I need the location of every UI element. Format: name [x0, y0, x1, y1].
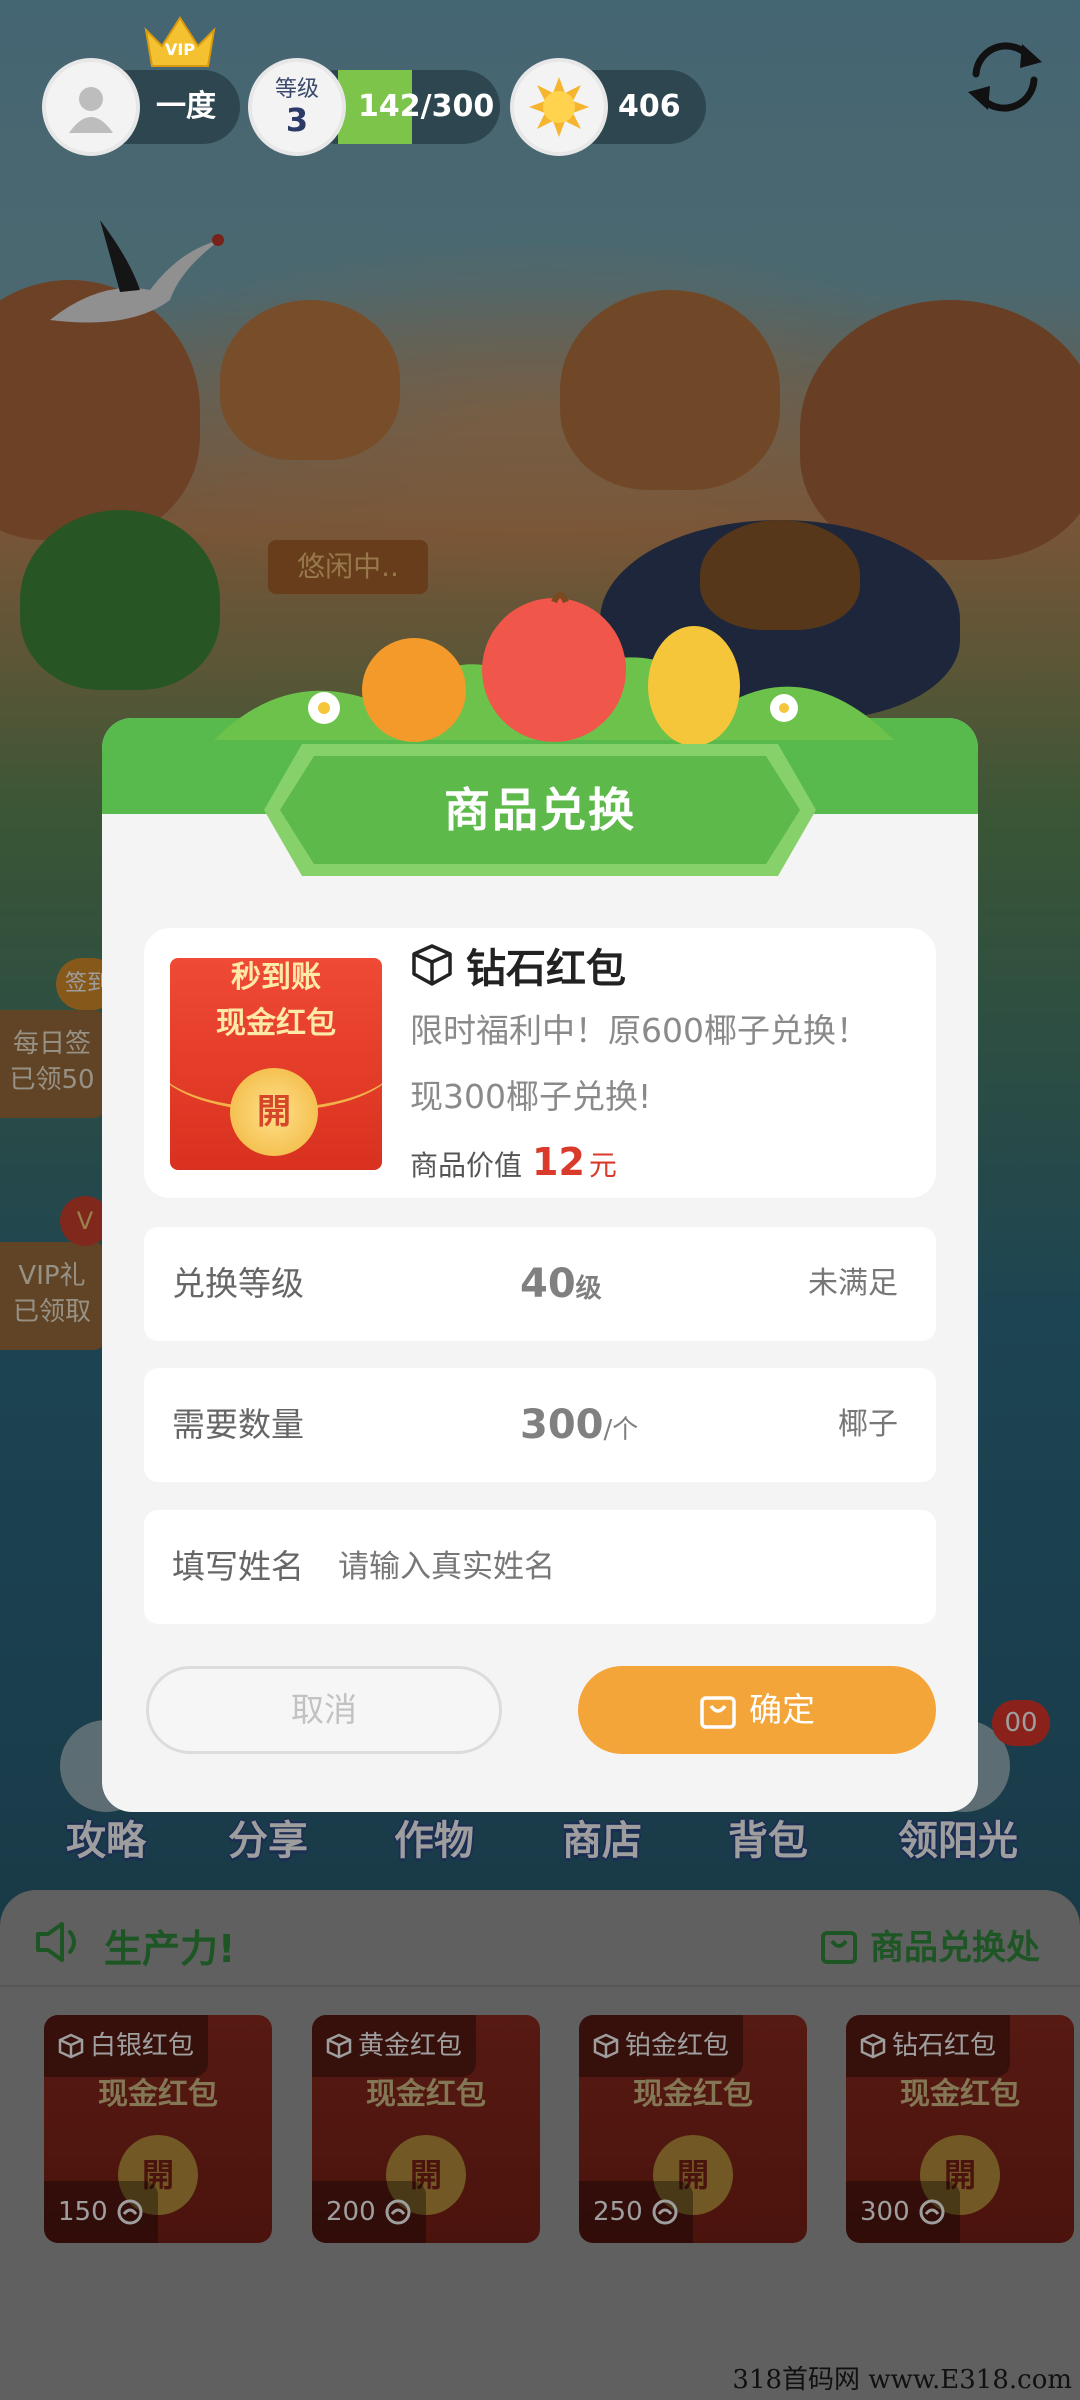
- product-name: 钻石红包: [466, 946, 626, 992]
- shopping-bag-icon: [700, 1696, 736, 1729]
- product-value-number: 12: [532, 1140, 585, 1184]
- watermark: 318首码网 www.E318.com: [732, 2365, 1072, 2395]
- product-value-label: 商品价值: [410, 1149, 523, 1182]
- level-label: 等级: [274, 77, 319, 102]
- avatar[interactable]: [42, 58, 140, 156]
- level-badge: 等级 3: [248, 58, 346, 156]
- username: 一度: [156, 89, 216, 124]
- name-input[interactable]: 请输入真实姓名: [338, 1510, 555, 1624]
- user-avatar-icon: [69, 87, 113, 133]
- level-requirement-label: 兑换等级: [172, 1264, 304, 1303]
- level-value: 3: [285, 101, 309, 139]
- box-icon: [412, 944, 452, 986]
- level-requirement-unit: 级: [575, 1274, 602, 1304]
- confirm-label: 确定: [749, 1690, 815, 1729]
- exp-text: 142/300: [358, 89, 495, 124]
- dialog-title: 商品兑换: [444, 783, 636, 837]
- open-button-icon: 開: [230, 1068, 318, 1156]
- confirm-button[interactable]: 确定: [578, 1666, 936, 1754]
- product-description: 限时福利中！原600椰子兑换！现300椰子兑换!: [410, 1011, 869, 1116]
- sun-count: 406: [618, 89, 681, 124]
- level-requirement-number: 40: [520, 1261, 576, 1307]
- vip-label: VIP: [164, 40, 196, 59]
- fruit-decoration-icon: [214, 592, 894, 746]
- cancel-button[interactable]: 取消: [146, 1666, 502, 1754]
- product-value-unit: 元: [588, 1149, 617, 1182]
- name-field-label: 填写姓名: [172, 1547, 304, 1586]
- product-name-row: 钻石红包: [410, 936, 626, 994]
- level-requirement-value: 40级: [520, 1227, 602, 1346]
- quantity-requirement-currency: 椰子: [838, 1407, 898, 1442]
- product-image-top-text: 秒到账: [231, 960, 321, 995]
- quantity-requirement-unit: /个: [603, 1415, 639, 1445]
- level-requirement-status: 未满足: [808, 1266, 898, 1301]
- quantity-requirement-value: 300/个: [520, 1368, 638, 1487]
- product-image: 秒到账 现金红包 開: [170, 958, 382, 1170]
- quantity-requirement-number: 300: [520, 1402, 604, 1448]
- sun-badge: [510, 58, 608, 156]
- product-value: 商品价值 12 元: [410, 1140, 617, 1184]
- sun-icon: [529, 77, 589, 137]
- quantity-requirement-label: 需要数量: [172, 1405, 304, 1444]
- refresh-icon[interactable]: [958, 34, 1052, 118]
